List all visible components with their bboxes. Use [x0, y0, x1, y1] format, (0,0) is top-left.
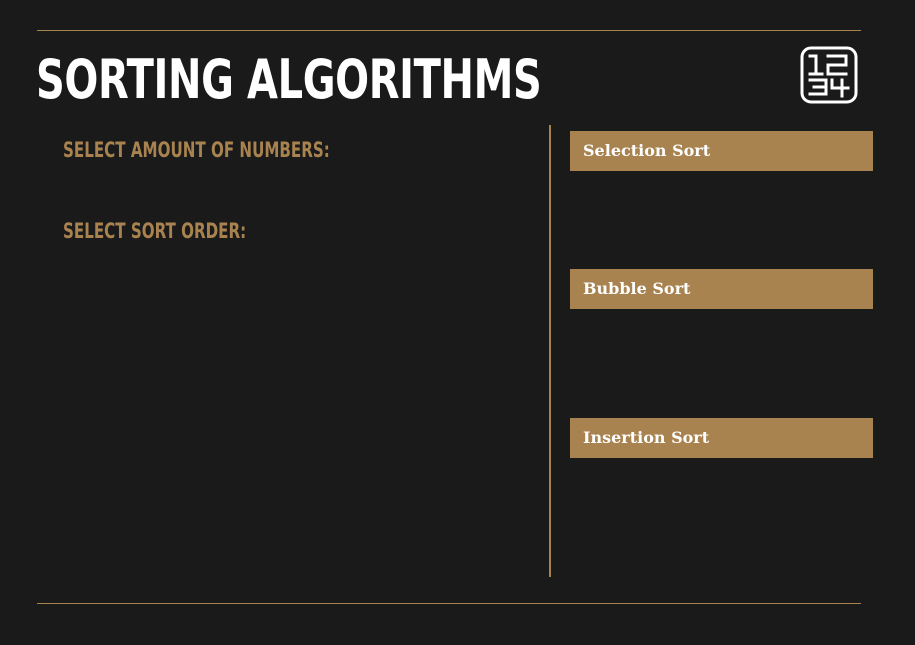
page-title: SORTING ALGORITHMS [36, 48, 542, 111]
sort-order-label: SELECT SORT ORDER: [63, 219, 247, 243]
top-divider-line [37, 30, 861, 31]
vertical-divider [549, 125, 551, 577]
insertion-sort-button[interactable]: Insertion Sort [570, 418, 873, 458]
bottom-divider-line [37, 603, 861, 604]
bubble-sort-button[interactable]: Bubble Sort [570, 269, 873, 309]
selection-sort-button[interactable]: Selection Sort [570, 131, 873, 171]
amount-of-numbers-label: SELECT AMOUNT OF NUMBERS: [63, 138, 330, 162]
numbers-1234-icon [800, 46, 858, 104]
page: SORTING ALGORITHMS SELECT AMOUNT OF NUMB… [0, 0, 915, 645]
